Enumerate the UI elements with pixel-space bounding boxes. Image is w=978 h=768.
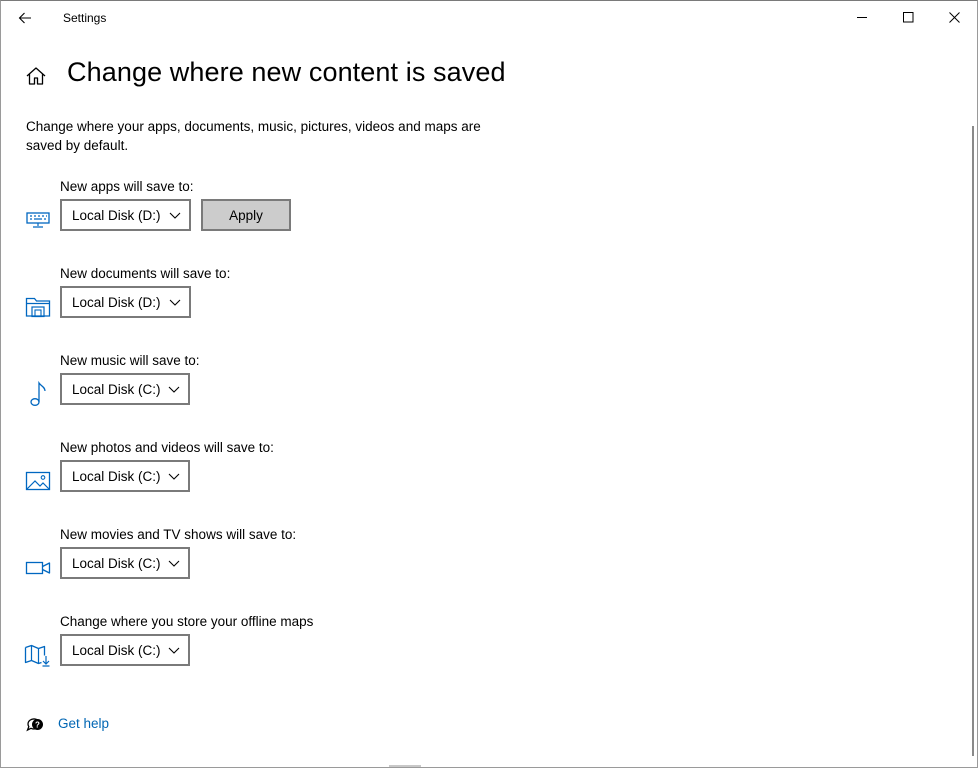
dropdown-value: Local Disk (C:)	[72, 642, 161, 658]
setting-label: Change where you store your offline maps	[60, 614, 314, 629]
setting-label: New photos and videos will save to:	[60, 440, 274, 455]
chevron-down-icon	[168, 647, 180, 654]
dropdown-value: Local Disk (C:)	[72, 468, 161, 484]
map-download-icon	[24, 641, 52, 669]
close-icon	[948, 11, 960, 23]
title-bar: Settings	[1, 1, 977, 35]
chevron-down-icon	[168, 560, 180, 567]
svg-text:?: ?	[35, 720, 40, 729]
chevron-down-icon	[168, 473, 180, 480]
chevron-down-icon	[169, 212, 181, 219]
page-title: Change where new content is saved	[67, 57, 506, 87]
window-title: Settings	[63, 11, 107, 25]
setting-new-photos-videos: New photos and videos will save to: Loca…	[1, 440, 601, 520]
dropdown-value: Local Disk (D:)	[72, 207, 161, 223]
get-help-link[interactable]: Get help	[58, 716, 109, 731]
setting-label: New documents will save to:	[60, 266, 231, 281]
get-help-row[interactable]: ? Get help	[25, 713, 109, 733]
close-button[interactable]	[931, 1, 977, 33]
setting-new-movies-tv: New movies and TV shows will save to: Lo…	[1, 527, 601, 607]
setting-label: New music will save to:	[60, 353, 200, 368]
settings-window: Settings Change where new content is sav…	[0, 0, 978, 768]
chevron-down-icon	[169, 299, 181, 306]
minimize-icon	[856, 16, 867, 18]
maps-location-dropdown[interactable]: Local Disk (C:)	[60, 634, 190, 666]
photos-location-dropdown[interactable]: Local Disk (C:)	[60, 460, 190, 492]
vertical-scrollbar[interactable]	[972, 126, 974, 756]
apply-button[interactable]: Apply	[201, 199, 291, 231]
page-description: Change where your apps, documents, music…	[26, 119, 481, 153]
minimize-button[interactable]	[839, 1, 885, 33]
setting-new-music: New music will save to: Local Disk (C:)	[1, 353, 601, 433]
back-arrow-icon	[18, 12, 31, 24]
movies-location-dropdown[interactable]: Local Disk (C:)	[60, 547, 190, 579]
documents-location-dropdown[interactable]: Local Disk (D:)	[60, 286, 191, 318]
maximize-icon	[902, 11, 913, 22]
home-icon[interactable]	[25, 65, 47, 87]
dropdown-value: Local Disk (D:)	[72, 294, 161, 310]
maximize-button[interactable]	[885, 1, 931, 33]
chevron-down-icon	[168, 386, 180, 393]
setting-label: New apps will save to:	[60, 179, 194, 194]
setting-new-documents: New documents will save to: Local Disk (…	[1, 266, 601, 346]
music-location-dropdown[interactable]: Local Disk (C:)	[60, 373, 190, 405]
help-chat-icon: ?	[26, 718, 43, 732]
monitor-keyboard-icon	[24, 206, 52, 234]
apps-location-dropdown[interactable]: Local Disk (D:)	[60, 199, 191, 231]
dropdown-value: Local Disk (C:)	[72, 381, 161, 397]
music-note-icon	[24, 380, 52, 408]
setting-offline-maps: Change where you store your offline maps…	[1, 614, 601, 694]
setting-label: New movies and TV shows will save to:	[60, 527, 297, 542]
document-folder-icon	[24, 293, 52, 321]
back-button[interactable]	[9, 4, 41, 32]
setting-new-apps: New apps will save to: Local Disk (D:) A…	[1, 179, 601, 259]
dropdown-value: Local Disk (C:)	[72, 555, 161, 571]
picture-icon	[24, 467, 52, 495]
video-camera-icon	[24, 554, 52, 582]
